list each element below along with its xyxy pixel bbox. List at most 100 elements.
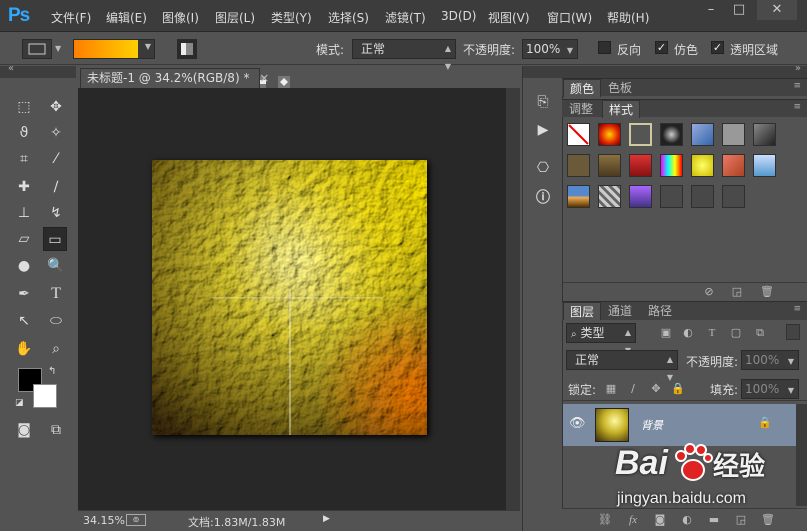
mode-select[interactable]: 正常 ▲ ▼ [352,39,456,71]
status-preview-icon[interactable]: ⊚ [126,514,146,526]
style-swatch-4[interactable] [691,123,714,146]
menu-file[interactable]: 文件(F) [51,9,91,26]
gradient-tool-icon[interactable]: ▭ [43,227,67,251]
marquee-tool-icon[interactable]: ⬚ [12,95,36,119]
3d-panel-icon[interactable]: ⎔ [532,158,554,178]
screen-mode-icon[interactable]: ⧉ [44,418,68,442]
move-tool-icon[interactable]: ✥ [44,95,68,119]
dock-header[interactable] [523,66,563,78]
document-tab-close-icon[interactable]: × [259,71,269,85]
style-swatch-13[interactable] [753,154,776,177]
reverse-checkbox[interactable] [598,41,611,54]
magic-wand-tool-icon[interactable]: ✧ [44,121,68,145]
tab-paths[interactable]: 路径 [642,302,678,320]
eyedropper-tool-icon[interactable]: ⁄ [44,147,68,171]
clone-stamp-tool-icon[interactable]: ⊥ [12,201,36,225]
minimize-button[interactable]: – [700,0,722,20]
filter-type-icon[interactable]: T [703,325,721,341]
type-tool-icon[interactable]: T [44,282,68,306]
hand-tool-icon[interactable]: ✋ [12,337,36,361]
tab-color[interactable]: 颜色 [563,79,602,97]
linear-gradient-button[interactable] [177,39,197,59]
document-tab[interactable]: 未标题-1 @ 34.2%(RGB/8) * × [80,68,269,88]
fill-input[interactable]: 100% ▼ [741,379,799,399]
link-layers-icon[interactable]: ⛓ [596,512,614,528]
layer-opacity-input[interactable]: 100% ▼ [741,350,799,370]
menu-layer[interactable]: 图层(L) [215,9,255,26]
tab-channels[interactable]: 通道 [602,302,638,320]
expand-icon[interactable]: » [795,63,801,74]
visibility-eye-icon[interactable]: 👁 [569,416,586,431]
filter-toggle[interactable] [786,324,800,340]
style-swatch-9[interactable] [629,154,652,177]
filter-shape-icon[interactable]: ▢ [727,325,745,341]
delete-style-icon[interactable]: 🗑 [758,284,776,300]
menu-filter[interactable]: 滤镜(T) [385,9,426,26]
vertical-scrollbar[interactable] [506,88,520,510]
restore-button[interactable]: □ [728,0,750,20]
preset-chevron-down-icon[interactable]: ▼ [55,44,61,53]
style-swatch-2[interactable] [629,123,652,146]
info-panel-icon[interactable]: ⓘ [532,188,554,208]
filter-adjustment-icon[interactable]: ◐ [679,325,697,341]
tab-layers[interactable]: 图层 [563,302,602,320]
zoom-level[interactable]: 34.15% [83,514,125,527]
history-brush-tool-icon[interactable]: ↯ [44,201,68,225]
transparency-checkbox[interactable]: ✓ [711,41,724,54]
menu-3d[interactable]: 3D(D) [441,9,476,23]
brush-tool-icon[interactable]: ∕ [44,175,68,199]
style-swatch-14[interactable] [567,185,590,208]
background-color-swatch[interactable] [33,384,57,408]
opacity-input[interactable]: 100% ▼ [522,39,578,59]
style-swatch-7[interactable] [567,154,590,177]
status-menu-arrow-icon[interactable]: ▶ [323,514,330,524]
style-swatch-10[interactable] [660,154,683,177]
tool-preset-picker[interactable] [22,39,52,59]
layers-scrollbar[interactable] [796,404,807,506]
menu-select[interactable]: 选择(S) [328,9,369,26]
menu-type[interactable]: 类型(Y) [271,9,312,26]
styles-menu-icon[interactable]: ≡ [793,102,801,112]
lock-all-icon[interactable]: 🔒 [669,381,687,397]
default-colors-icon[interactable]: ◪ [15,398,24,408]
document-canvas[interactable] [152,160,427,435]
history-panel-icon[interactable]: ⎘ [532,92,554,112]
menu-help[interactable]: 帮助(H) [607,9,649,26]
menu-image[interactable]: 图像(I) [162,9,199,26]
tab-adjustments[interactable]: 调整 [563,100,599,118]
new-style-icon[interactable]: ◲ [728,284,746,300]
healing-brush-tool-icon[interactable]: ✚ [12,175,36,199]
filter-pixel-icon[interactable]: ▣ [657,325,675,341]
tab-swatches[interactable]: 色板 [602,79,638,97]
ellipse-tool-icon[interactable]: ⬭ [44,309,68,333]
dodge-tool-icon[interactable]: 🔍 [44,254,68,278]
layer-name[interactable]: 背景 [641,417,663,433]
lock-transparent-icon[interactable]: ▦ [602,381,620,397]
tab-styles[interactable]: 样式 [602,100,641,118]
filter-smartobject-icon[interactable]: ⧉ [751,325,769,341]
style-swatch-6[interactable] [753,123,776,146]
style-swatch-3[interactable] [660,123,683,146]
panel-menu-icon[interactable]: ≡ [793,81,801,91]
style-swatch-1[interactable] [598,123,621,146]
actions-panel-icon[interactable]: ▶ [532,120,554,140]
style-swatch-17[interactable] [660,185,683,208]
clear-style-icon[interactable]: ⊘ [700,284,718,300]
eraser-tool-icon[interactable]: ▱ [12,227,36,251]
layer-blend-mode-select[interactable]: 正常 ▲ ▼ [566,350,678,382]
panels-header[interactable]: » [562,63,807,78]
path-selection-tool-icon[interactable]: ↖ [12,309,36,333]
lasso-tool-icon[interactable]: ϑ [12,121,36,145]
lock-position-icon[interactable]: ✥ [647,381,665,397]
pen-tool-icon[interactable]: ✒ [12,282,36,306]
style-swatch-15[interactable] [598,185,621,208]
blur-tool-icon[interactable]: ● [12,254,36,278]
collapse-icon[interactable]: « [8,63,14,74]
gradient-picker[interactable]: ▼ [73,39,155,59]
menu-view[interactable]: 视图(V) [488,9,530,26]
menu-edit[interactable]: 编辑(E) [106,9,147,26]
toolbox-header[interactable]: « [0,63,76,78]
quick-mask-icon[interactable]: ◙ [12,418,36,442]
layers-menu-icon[interactable]: ≡ [793,304,801,314]
style-swatch-16[interactable] [629,185,652,208]
